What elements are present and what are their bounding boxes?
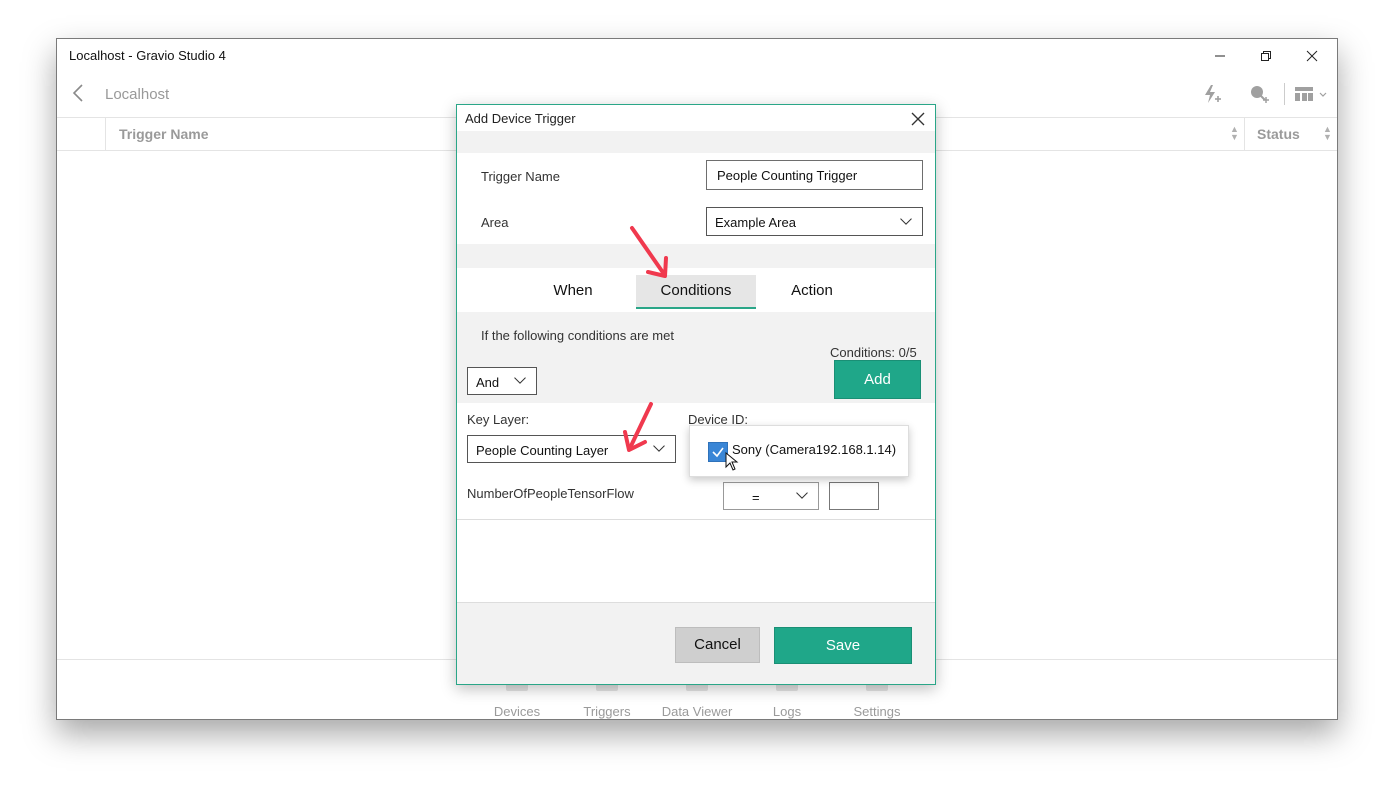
key-layer-label: Key Layer:: [467, 412, 530, 427]
property-label: NumberOfPeopleTensorFlow: [467, 486, 634, 501]
section-band: [457, 244, 935, 268]
area-select-value: Example Area: [715, 215, 796, 230]
nav-settings[interactable]: Settings: [837, 704, 917, 719]
minimize-icon[interactable]: [1197, 43, 1243, 69]
device-option-label[interactable]: Sony (Camera192.168.1.14): [732, 442, 896, 457]
column-header-trigger-name[interactable]: Trigger Name: [119, 126, 208, 142]
column-divider: [1244, 118, 1245, 150]
sort-arrows-icon[interactable]: ▲ ▼: [1323, 125, 1332, 142]
restore-icon[interactable]: [1243, 43, 1289, 69]
search-plus-icon[interactable]: [1246, 83, 1272, 105]
nav-title: Localhost: [105, 86, 170, 103]
operator-select-value: =: [752, 490, 760, 505]
area-label: Area: [481, 215, 509, 230]
cancel-button[interactable]: Cancel: [675, 627, 760, 663]
dialog-title: Add Device Trigger: [465, 111, 576, 126]
annotation-arrow-icon: [630, 226, 668, 278]
key-layer-select-value: People Counting Layer: [476, 443, 609, 458]
chevron-down-icon: [796, 492, 808, 499]
chevron-left-icon[interactable]: [71, 83, 85, 109]
chevron-down-icon: [514, 377, 526, 384]
tab-when[interactable]: When: [513, 275, 633, 307]
add-condition-button[interactable]: Add: [834, 360, 921, 399]
toolbar-separator: [1284, 83, 1285, 105]
close-icon[interactable]: [907, 107, 929, 131]
sort-arrows-icon[interactable]: ▲ ▼: [1230, 125, 1239, 142]
lightning-plus-icon[interactable]: [1198, 83, 1224, 105]
save-button[interactable]: Save: [774, 627, 912, 664]
logic-select-value: And: [476, 375, 500, 390]
nav-logs[interactable]: Logs: [747, 704, 827, 719]
operator-select[interactable]: =: [723, 482, 819, 510]
area-select[interactable]: Example Area: [706, 207, 923, 236]
layout-grid-icon[interactable]: [1291, 83, 1331, 105]
logic-select[interactable]: And: [467, 367, 537, 395]
trigger-name-input[interactable]: People Counting Trigger: [706, 160, 923, 190]
divider: [457, 519, 935, 520]
device-id-popup: Sony (Camera192.168.1.14): [689, 425, 909, 477]
dialog-footer: Cancel Save: [457, 602, 935, 684]
column-divider: [105, 118, 106, 150]
window-title: Localhost - Gravio Studio 4: [69, 48, 226, 63]
section-band: [457, 131, 935, 153]
chevron-down-icon: [900, 217, 912, 225]
conditions-intro: If the following conditions are met: [481, 328, 674, 343]
annotation-arrow-icon: [623, 402, 653, 452]
column-header-status[interactable]: Status: [1257, 126, 1300, 142]
close-icon[interactable]: [1289, 43, 1335, 69]
nav-data-viewer[interactable]: Data Viewer: [657, 704, 737, 719]
conditions-band: If the following conditions are met Cond…: [457, 312, 935, 403]
nav-devices[interactable]: Devices: [477, 704, 557, 719]
nav-triggers[interactable]: Triggers: [567, 704, 647, 719]
compare-value-input[interactable]: [829, 482, 879, 510]
conditions-count: Conditions: 0/5: [830, 345, 917, 360]
add-device-trigger-dialog: Add Device Trigger Trigger Name People C…: [456, 104, 936, 685]
trigger-name-label: Trigger Name: [481, 169, 560, 184]
tab-action[interactable]: Action: [752, 275, 872, 307]
mouse-cursor-icon: [725, 452, 739, 471]
